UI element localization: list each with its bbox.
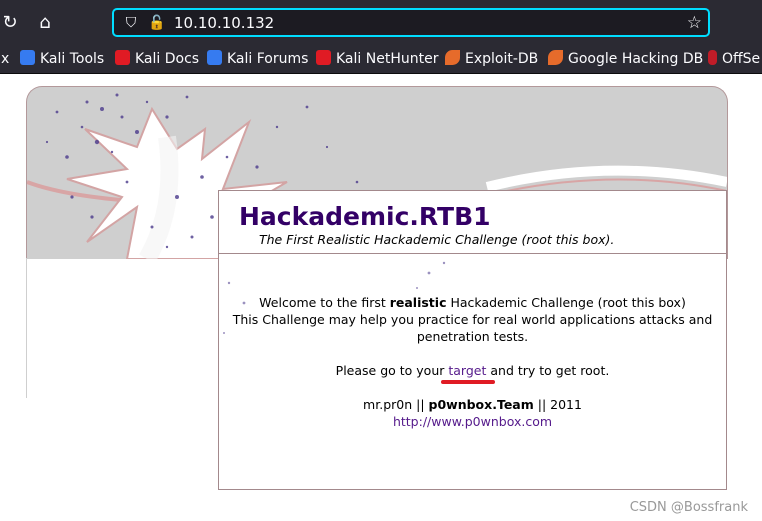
bookmarks-bar: x Kali Tools Kali Docs Kali Forums Kali … bbox=[0, 46, 762, 74]
bookmark-label: Exploit-DB bbox=[465, 51, 539, 67]
target-link[interactable]: target bbox=[448, 363, 486, 378]
team-name: p0wnbox.Team bbox=[428, 397, 534, 412]
page-subtitle: The First Realistic Hackademic Challenge… bbox=[259, 232, 615, 247]
google-hacking-db-icon bbox=[548, 50, 563, 65]
bookmark-label: x bbox=[1, 51, 10, 67]
page-title: Hackademic.RTB1 bbox=[239, 202, 491, 231]
bookmark-label: OffSe bbox=[722, 51, 761, 67]
bookmark-kali-forums[interactable]: Kali Forums bbox=[207, 49, 308, 70]
reload-icon[interactable]: ↻ bbox=[0, 10, 23, 36]
bookmark-exploit-db[interactable]: Exploit-DB bbox=[445, 49, 538, 70]
site-link[interactable]: http://www.p0wnbox.com bbox=[393, 414, 552, 429]
url-bar[interactable]: ⛉ 🔓 10.10.10.132 ☆ bbox=[112, 8, 710, 37]
kali-docs-icon bbox=[115, 50, 130, 65]
exploit-db-icon bbox=[445, 50, 460, 65]
site-line: http://www.p0wnbox.com bbox=[219, 413, 726, 430]
browser-toolbar: ↻ ⌂ ⛉ 🔓 10.10.10.132 ☆ bbox=[0, 0, 762, 46]
url-text[interactable]: 10.10.10.132 bbox=[174, 14, 274, 32]
offsec-icon bbox=[708, 50, 717, 65]
year-text: || 2011 bbox=[533, 397, 582, 412]
bookmark-truncated[interactable]: x bbox=[1, 49, 9, 70]
bookmark-label: Kali Tools bbox=[40, 51, 105, 67]
home-icon[interactable]: ⌂ bbox=[32, 10, 58, 36]
kali-nethunter-icon bbox=[316, 50, 331, 65]
welcome-text-end: Hackademic Challenge (root this box) bbox=[446, 295, 686, 310]
insecure-lock-icon[interactable]: 🔓 bbox=[148, 14, 166, 32]
left-border-line bbox=[26, 258, 27, 398]
bookmark-kali-nethunter[interactable]: Kali NetHunter bbox=[316, 49, 438, 70]
bookmark-label: Google Hacking DB bbox=[568, 51, 704, 67]
credits-line: mr.pr0n || p0wnbox.Team || 2011 bbox=[219, 396, 726, 413]
bookmark-offsec[interactable]: OffSe bbox=[708, 49, 760, 70]
author-text: mr.pr0n || bbox=[363, 397, 429, 412]
shield-icon[interactable]: ⛉ bbox=[122, 14, 140, 32]
web-page: Hackademic.RTB1 The First Realistic Hack… bbox=[0, 74, 762, 521]
bookmark-kali-docs[interactable]: Kali Docs bbox=[115, 49, 199, 70]
goto-text: Please go to your bbox=[335, 363, 449, 378]
welcome-line: Welcome to the first realistic Hackademi… bbox=[219, 294, 726, 311]
welcome-text: Welcome to the first bbox=[259, 295, 390, 310]
bookmark-kali-tools[interactable]: Kali Tools bbox=[20, 49, 104, 70]
welcome-bold: realistic bbox=[389, 295, 447, 310]
red-annotation-underline bbox=[441, 380, 495, 384]
bookmark-label: Kali Forums bbox=[227, 51, 309, 67]
bookmark-google-hacking-db[interactable]: Google Hacking DB bbox=[548, 49, 703, 70]
kali-forums-icon bbox=[207, 50, 222, 65]
bookmark-label: Kali Docs bbox=[135, 51, 200, 67]
bookmark-label: Kali NetHunter bbox=[336, 51, 439, 67]
content-body: Welcome to the first realistic Hackademi… bbox=[219, 294, 726, 430]
challenge-line: This Challenge may help you practice for… bbox=[232, 312, 713, 327]
goto-text-end: and try to get root. bbox=[486, 363, 610, 378]
content-box: Hackademic.RTB1 The First Realistic Hack… bbox=[218, 190, 727, 490]
kali-tools-icon bbox=[20, 50, 35, 65]
goto-line: Please go to your target and try to get … bbox=[219, 362, 726, 379]
bookmark-star-icon[interactable]: ☆ bbox=[687, 13, 702, 33]
challenge-line-end: penetration tests. bbox=[416, 329, 529, 344]
watermark: CSDN @Bossfrank bbox=[629, 500, 748, 515]
